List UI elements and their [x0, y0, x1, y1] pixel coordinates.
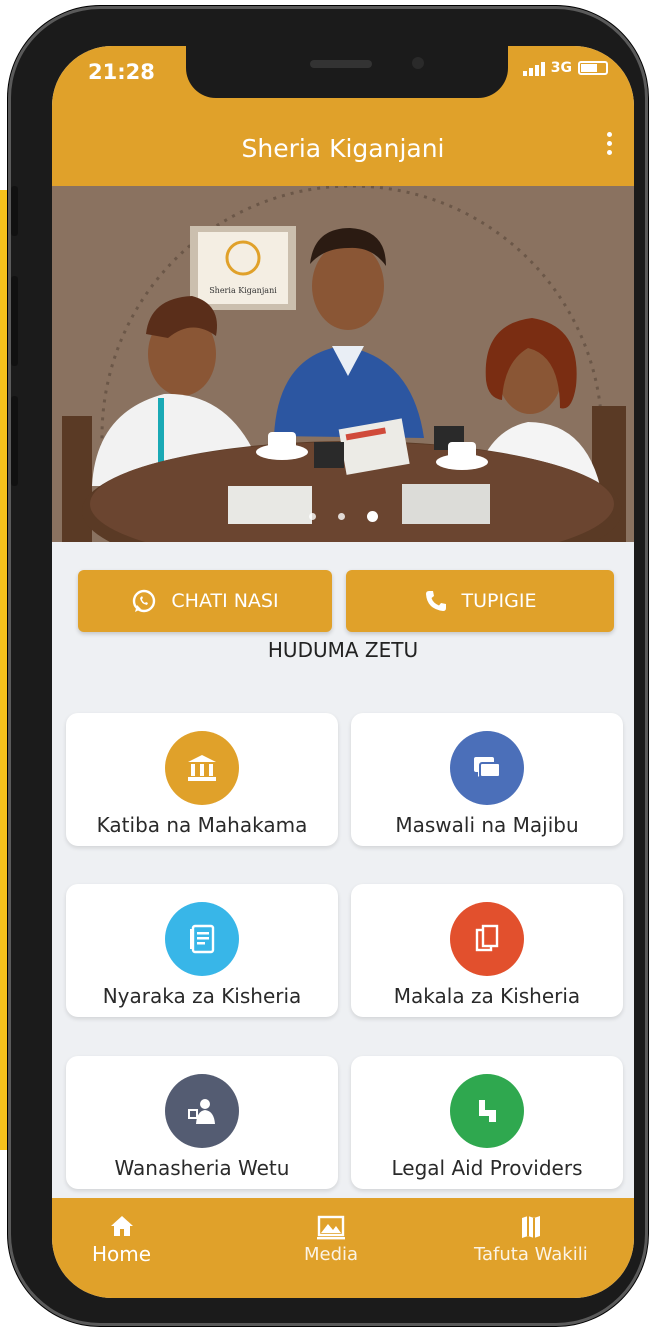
service-card-wanasheria[interactable]: Wanasheria Wetu — [66, 1056, 338, 1189]
service-card-makala[interactable]: Makala za Kisheria — [351, 884, 623, 1017]
nav-home-label: Home — [92, 1242, 152, 1266]
front-camera — [412, 57, 424, 69]
aid-icon — [479, 1100, 496, 1122]
status-icons: 3G — [522, 60, 608, 76]
carousel-dot[interactable] — [337, 513, 345, 520]
banner-carousel[interactable]: Sheria Kiganjani — [52, 186, 634, 542]
service-icon-circle — [165, 1074, 239, 1148]
nav-tafuta-label: Tafuta Wakili — [474, 1244, 588, 1265]
service-label: Maswali na Majibu — [395, 813, 579, 837]
network-type: 3G — [550, 60, 572, 76]
nav-tafuta-wakili[interactable]: Tafuta Wakili — [474, 1214, 588, 1265]
services-heading: HUDUMA ZETU — [267, 638, 419, 662]
service-icon-circle — [165, 902, 239, 976]
media-gallery-icon — [317, 1215, 346, 1240]
service-label: Legal Aid Providers — [391, 1156, 583, 1180]
carousel-dot-active[interactable] — [366, 511, 378, 522]
app-title: Sheria Kiganjani — [241, 134, 445, 163]
service-label: Wanasheria Wetu — [114, 1156, 290, 1180]
nav-media[interactable]: Media — [304, 1214, 358, 1265]
articles-icon — [475, 924, 499, 952]
service-icon-circle — [450, 1074, 524, 1148]
volume-up-button — [11, 276, 18, 366]
service-card-legal-aid[interactable]: Legal Aid Providers — [351, 1056, 623, 1189]
service-card-nyaraka[interactable]: Nyaraka za Kisheria — [66, 884, 338, 1017]
whatsapp-icon — [133, 589, 156, 613]
status-time: 21:28 — [88, 60, 155, 84]
app-header: 21:28 3G Sheria Kiganjani — [52, 46, 634, 186]
phone-icon — [425, 591, 446, 611]
volume-down-button — [11, 396, 18, 486]
carousel-dot[interactable] — [308, 513, 316, 520]
chat-button-label: CHATI NASI — [171, 590, 279, 612]
service-icon-circle — [165, 731, 239, 805]
nav-home[interactable]: Home — [92, 1214, 151, 1266]
service-label: Makala za Kisheria — [393, 984, 581, 1008]
service-icon-circle — [450, 731, 524, 805]
service-label: Nyaraka za Kisheria — [102, 984, 302, 1008]
nav-media-label: Media — [304, 1244, 359, 1265]
service-card-katiba[interactable]: Katiba na Mahakama — [66, 713, 338, 846]
chat-button[interactable]: CHATI NASI — [78, 570, 332, 632]
carousel-indicator[interactable] — [52, 511, 634, 522]
lawyer-icon — [188, 1099, 215, 1124]
mute-switch — [11, 186, 18, 236]
document-book-icon — [190, 924, 215, 954]
signal-icon — [522, 60, 545, 76]
more-options-icon[interactable] — [607, 132, 612, 155]
phone-frame: 21:28 3G Sheria Kiganjani Sheria Kiganja… — [8, 6, 648, 1326]
phone-notch — [186, 46, 508, 98]
app-screen: 21:28 3G Sheria Kiganjani Sheria Kiganja… — [52, 46, 634, 1298]
map-icon — [521, 1216, 540, 1238]
banner-sign: Sheria Kiganjani — [209, 286, 277, 295]
service-card-maswali[interactable]: Maswali na Majibu — [351, 713, 623, 846]
speaker-grille — [310, 60, 372, 68]
call-button[interactable]: TUPIGIE — [346, 570, 614, 632]
battery-icon — [578, 61, 608, 75]
bottom-navigation: Home Media Tafuta Wakili — [52, 1198, 634, 1298]
call-button-label: TUPIGIE — [461, 590, 537, 612]
chat-bubbles-icon — [474, 757, 501, 778]
courthouse-icon — [188, 755, 216, 781]
service-label: Katiba na Mahakama — [96, 813, 308, 837]
service-icon-circle — [450, 902, 524, 976]
home-icon — [110, 1216, 133, 1236]
meeting-illustration: Sheria Kiganjani — [52, 186, 634, 542]
